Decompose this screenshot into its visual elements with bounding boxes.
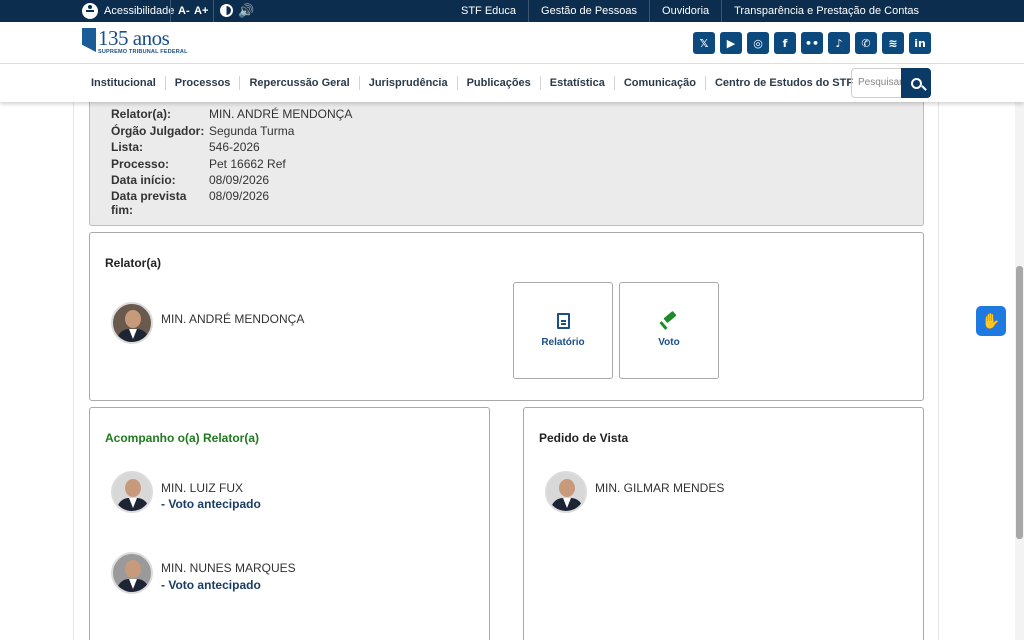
font-increase-button[interactable]: A+	[194, 0, 208, 22]
info-value: 08/09/2026	[209, 189, 270, 203]
info-row: Lista: 546-2026	[111, 140, 260, 154]
accessibility-link[interactable]: Acessibilidade	[82, 0, 174, 22]
info-row: Processo: Pet 16662 Ref	[111, 157, 286, 171]
info-value: Segunda Turma	[209, 124, 295, 138]
info-row: Órgão Julgador: Segunda Turma	[111, 124, 294, 138]
voto-button[interactable]: Voto	[619, 282, 719, 379]
gavel-icon	[659, 310, 678, 330]
relatorio-label: Relatório	[541, 337, 585, 348]
youtube-icon[interactable]: ▶	[720, 32, 742, 54]
pedido-vista-card-title: Pedido de Vista	[539, 431, 629, 445]
minister-name: MIN. LUIZ FUX	[161, 481, 244, 495]
avatar	[111, 471, 153, 513]
sign-language-icon[interactable]: ✋	[976, 306, 1006, 336]
info-row: Relator(a): MIN. ANDRÉ MENDONÇA	[111, 107, 352, 121]
scrollbar[interactable]	[1015, 102, 1024, 640]
avatar	[111, 302, 153, 344]
search-icon	[910, 77, 922, 89]
top-links: STF Educa Gestão de Pessoas Ouvidoria Tr…	[449, 0, 931, 22]
relator-card-title: Relator(a)	[105, 256, 162, 270]
document-icon	[556, 313, 570, 329]
info-label: Processo:	[111, 157, 170, 171]
social-links: 𝕏 ▶ ◎ f •• ♪ ✆ ≋ in	[693, 32, 931, 54]
info-row: Data prevista fim: 08/09/2026	[111, 189, 269, 217]
divider	[213, 0, 214, 22]
tiktok-icon[interactable]: ♪	[828, 32, 850, 54]
nav-item-repercussao-geral[interactable]: Repercussão Geral	[239, 76, 358, 90]
info-value: MIN. ANDRÉ MENDONÇA	[209, 107, 353, 121]
facebook-icon[interactable]: f	[774, 32, 796, 54]
process-info-box: Relator(a): MIN. ANDRÉ MENDONÇA Órgão Ju…	[89, 100, 924, 226]
site-header: 135 anos SUPREMO TRIBUNAL FEDERAL 𝕏 ▶ ◎ …	[0, 22, 1024, 64]
relator-name: MIN. ANDRÉ MENDONÇA	[161, 312, 305, 326]
nav-item-institucional[interactable]: Institucional	[82, 76, 165, 90]
info-label: Data início:	[111, 173, 176, 187]
whatsapp-icon[interactable]: ✆	[855, 32, 877, 54]
info-label: Data prevista fim:	[111, 189, 187, 217]
nav-item-centro-estudos[interactable]: Centro de Estudos do STF	[704, 76, 862, 90]
scrollbar-thumb[interactable]	[1016, 266, 1023, 539]
avatar	[545, 471, 587, 513]
accessibility-label: Acessibilidade	[104, 5, 175, 17]
logo-sub-text: SUPREMO TRIBUNAL FEDERAL	[98, 49, 188, 55]
info-row: Data início: 08/09/2026	[111, 173, 269, 187]
instagram-icon[interactable]: ◎	[747, 32, 769, 54]
stf-logo[interactable]: 135 anos SUPREMO TRIBUNAL FEDERAL	[82, 28, 188, 58]
link-gestao-pessoas[interactable]: Gestão de Pessoas	[528, 0, 649, 22]
search-input[interactable]: Pesquisar	[851, 68, 901, 98]
relator-card: Relator(a) MIN. ANDRÉ MENDONÇA Relatório…	[89, 232, 924, 401]
acompanho-card: Acompanho o(a) Relator(a) MIN. LUIZ FUX …	[89, 407, 490, 640]
accessibility-icon	[82, 3, 98, 19]
search-button[interactable]	[901, 68, 931, 98]
font-decrease-button[interactable]: A-	[178, 0, 190, 22]
linkedin-icon[interactable]: in	[909, 32, 931, 54]
link-transparencia[interactable]: Transparência e Prestação de Contas	[721, 0, 931, 22]
spotify-icon[interactable]: ≋	[882, 32, 904, 54]
nav-item-publicacoes[interactable]: Publicações	[456, 76, 540, 90]
nav-item-comunicacao[interactable]: Comunicação	[613, 76, 705, 90]
contrast-icon[interactable]	[220, 4, 233, 17]
main-nav: Institucional Processos Repercussão Gera…	[0, 64, 1024, 102]
info-value: Pet 16662 Ref	[209, 157, 286, 171]
speaker-icon[interactable]: 🔊	[238, 3, 254, 19]
info-label: Relator(a):	[111, 107, 172, 121]
info-value: 08/09/2026	[209, 173, 270, 187]
divider	[170, 0, 171, 22]
minister-name: MIN. NUNES MARQUES	[161, 561, 296, 575]
info-label: Órgão Julgador:	[111, 124, 205, 138]
logo-flag-icon	[82, 28, 96, 52]
relatorio-button[interactable]: Relatório	[513, 282, 613, 379]
nav-item-jurisprudencia[interactable]: Jurisprudência	[358, 76, 457, 90]
info-label: Lista:	[111, 140, 144, 154]
acompanho-card-title: Acompanho o(a) Relator(a)	[105, 431, 260, 445]
vote-note: - Voto antecipado	[161, 578, 261, 592]
link-ouvidoria[interactable]: Ouvidoria	[649, 0, 721, 22]
nav-item-estatistica[interactable]: Estatística	[539, 76, 614, 90]
link-stf-educa[interactable]: STF Educa	[449, 0, 528, 22]
top-utility-bar: Acessibilidade A- A+ 🔊 STF Educa Gestão …	[0, 0, 1024, 22]
avatar	[111, 552, 153, 594]
flickr-icon[interactable]: ••	[801, 32, 823, 54]
x-icon[interactable]: 𝕏	[693, 32, 715, 54]
nav-item-processos[interactable]: Processos	[164, 76, 240, 90]
logo-main-text: 135 anos	[98, 26, 170, 50]
pedido-vista-card: Pedido de Vista MIN. GILMAR MENDES	[523, 407, 924, 640]
search-box: Pesquisar	[851, 68, 931, 98]
vote-note: - Voto antecipado	[161, 497, 261, 511]
voto-label: Voto	[658, 337, 680, 348]
info-value: 546-2026	[209, 140, 260, 154]
minister-name: MIN. GILMAR MENDES	[595, 481, 725, 495]
